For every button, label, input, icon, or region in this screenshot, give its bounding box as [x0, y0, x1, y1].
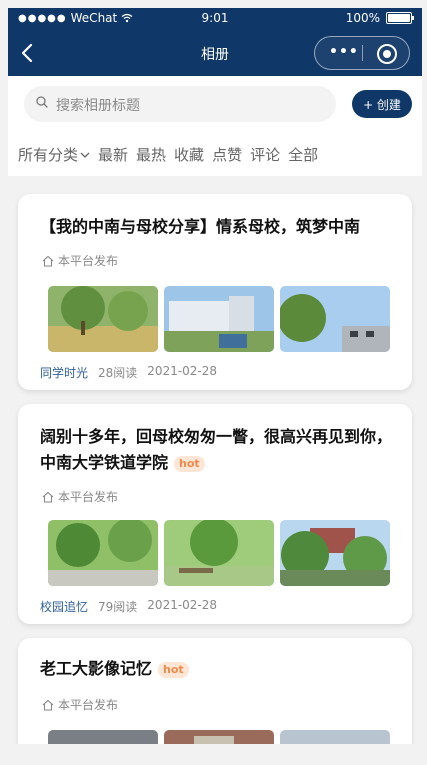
- album-title-text: 阔别十多年，回母校匆匆一瞥，很高兴再见到你，中南大学铁道学院: [40, 427, 393, 472]
- close-target-icon[interactable]: [377, 44, 397, 64]
- tab-category-label: 所有分类: [18, 146, 79, 164]
- publisher-text: 本平台发布: [58, 698, 119, 712]
- home-icon: [42, 491, 54, 503]
- tab-latest[interactable]: 最新: [98, 144, 128, 165]
- filter-tabs: 所有分类 最新 最热 收藏 点赞 评论 全部: [18, 144, 318, 165]
- chevron-down-icon: [80, 152, 90, 158]
- album-thumbnails: [48, 730, 390, 744]
- tab-latest-label: 最新: [98, 146, 129, 164]
- album-date: 2021-02-28: [147, 364, 218, 378]
- photo-thumbnail[interactable]: [280, 520, 390, 586]
- album-title-text: 老工大影像记忆: [40, 659, 153, 678]
- album-thumbnails: [48, 286, 390, 352]
- battery-percent: 100%: [345, 11, 380, 25]
- more-dots-icon[interactable]: •••: [329, 45, 359, 59]
- status-bar: ●●●●● WeChat 9:01 100%: [8, 8, 422, 30]
- create-button[interactable]: + 创建: [352, 90, 412, 118]
- hot-badge: hot: [174, 455, 205, 472]
- tab-favorites[interactable]: 收藏: [174, 144, 204, 165]
- tab-all-label: 全部: [288, 146, 319, 164]
- album-meta: 同学时光 28阅读 2021-02-28: [40, 364, 217, 381]
- album-title-text: 【我的中南与母校分享】情系母校，筑梦中南: [40, 217, 361, 236]
- album-reads: 28阅读: [98, 366, 138, 380]
- hot-badge: hot: [158, 661, 189, 678]
- mini-program-capsule: •••: [314, 36, 410, 70]
- album-publisher: 本平台发布: [42, 488, 118, 505]
- photo-thumbnail[interactable]: [280, 730, 390, 744]
- album-date: 2021-02-28: [147, 598, 218, 612]
- app-page: ●●●●● WeChat 9:01 100% 相册 ••• 搜索相册标题 + 创…: [8, 8, 422, 744]
- photo-thumbnail[interactable]: [280, 286, 390, 352]
- tab-hottest-label: 最热: [136, 146, 167, 164]
- publisher-text: 本平台发布: [58, 490, 119, 504]
- photo-thumbnail[interactable]: [164, 286, 274, 352]
- album-category[interactable]: 同学时光: [40, 364, 88, 381]
- tab-comments-label: 评论: [250, 146, 281, 164]
- album-thumbnails: [48, 520, 390, 586]
- album-publisher: 本平台发布: [42, 696, 118, 713]
- photo-thumbnail[interactable]: [48, 286, 158, 352]
- photo-thumbnail[interactable]: [48, 730, 158, 744]
- tab-comments[interactable]: 评论: [250, 144, 280, 165]
- album-title: 老工大影像记忆 hot: [40, 656, 394, 682]
- photo-thumbnail[interactable]: [164, 730, 274, 744]
- home-icon: [42, 699, 54, 711]
- photo-thumbnail[interactable]: [48, 520, 158, 586]
- search-input[interactable]: 搜索相册标题: [24, 86, 336, 122]
- tab-favorites-label: 收藏: [174, 146, 205, 164]
- battery-area: 100%: [345, 11, 414, 25]
- tab-likes[interactable]: 点赞: [212, 144, 242, 165]
- tab-category[interactable]: 所有分类: [18, 144, 90, 165]
- tab-all[interactable]: 全部: [288, 144, 318, 165]
- album-reads: 79阅读: [98, 600, 138, 614]
- battery-icon: [386, 12, 414, 24]
- album-title: 【我的中南与母校分享】情系母校，筑梦中南: [40, 214, 394, 240]
- search-icon: [36, 96, 48, 108]
- tab-hottest[interactable]: 最热: [136, 144, 166, 165]
- album-title: 阔别十多年，回母校匆匆一瞥，很高兴再见到你，中南大学铁道学院 hot: [40, 424, 394, 476]
- album-card[interactable]: 【我的中南与母校分享】情系母校，筑梦中南 本平台发布 同学时光 28阅读 202…: [18, 194, 412, 390]
- album-meta: 校园追忆 79阅读 2021-02-28: [40, 598, 217, 615]
- nav-bar: 相册 •••: [8, 30, 422, 76]
- album-category[interactable]: 校园追忆: [40, 598, 88, 615]
- album-card[interactable]: 老工大影像记忆 hot 本平台发布: [18, 638, 412, 744]
- publisher-text: 本平台发布: [58, 254, 119, 268]
- search-placeholder: 搜索相册标题: [56, 98, 140, 114]
- create-button-label: + 创建: [363, 97, 401, 112]
- home-icon: [42, 255, 54, 267]
- album-publisher: 本平台发布: [42, 252, 118, 269]
- tab-likes-label: 点赞: [212, 146, 243, 164]
- album-card[interactable]: 阔别十多年，回母校匆匆一瞥，很高兴再见到你，中南大学铁道学院hot 本平台发布: [18, 404, 412, 624]
- photo-thumbnail[interactable]: [164, 520, 274, 586]
- capsule-divider: [362, 45, 363, 61]
